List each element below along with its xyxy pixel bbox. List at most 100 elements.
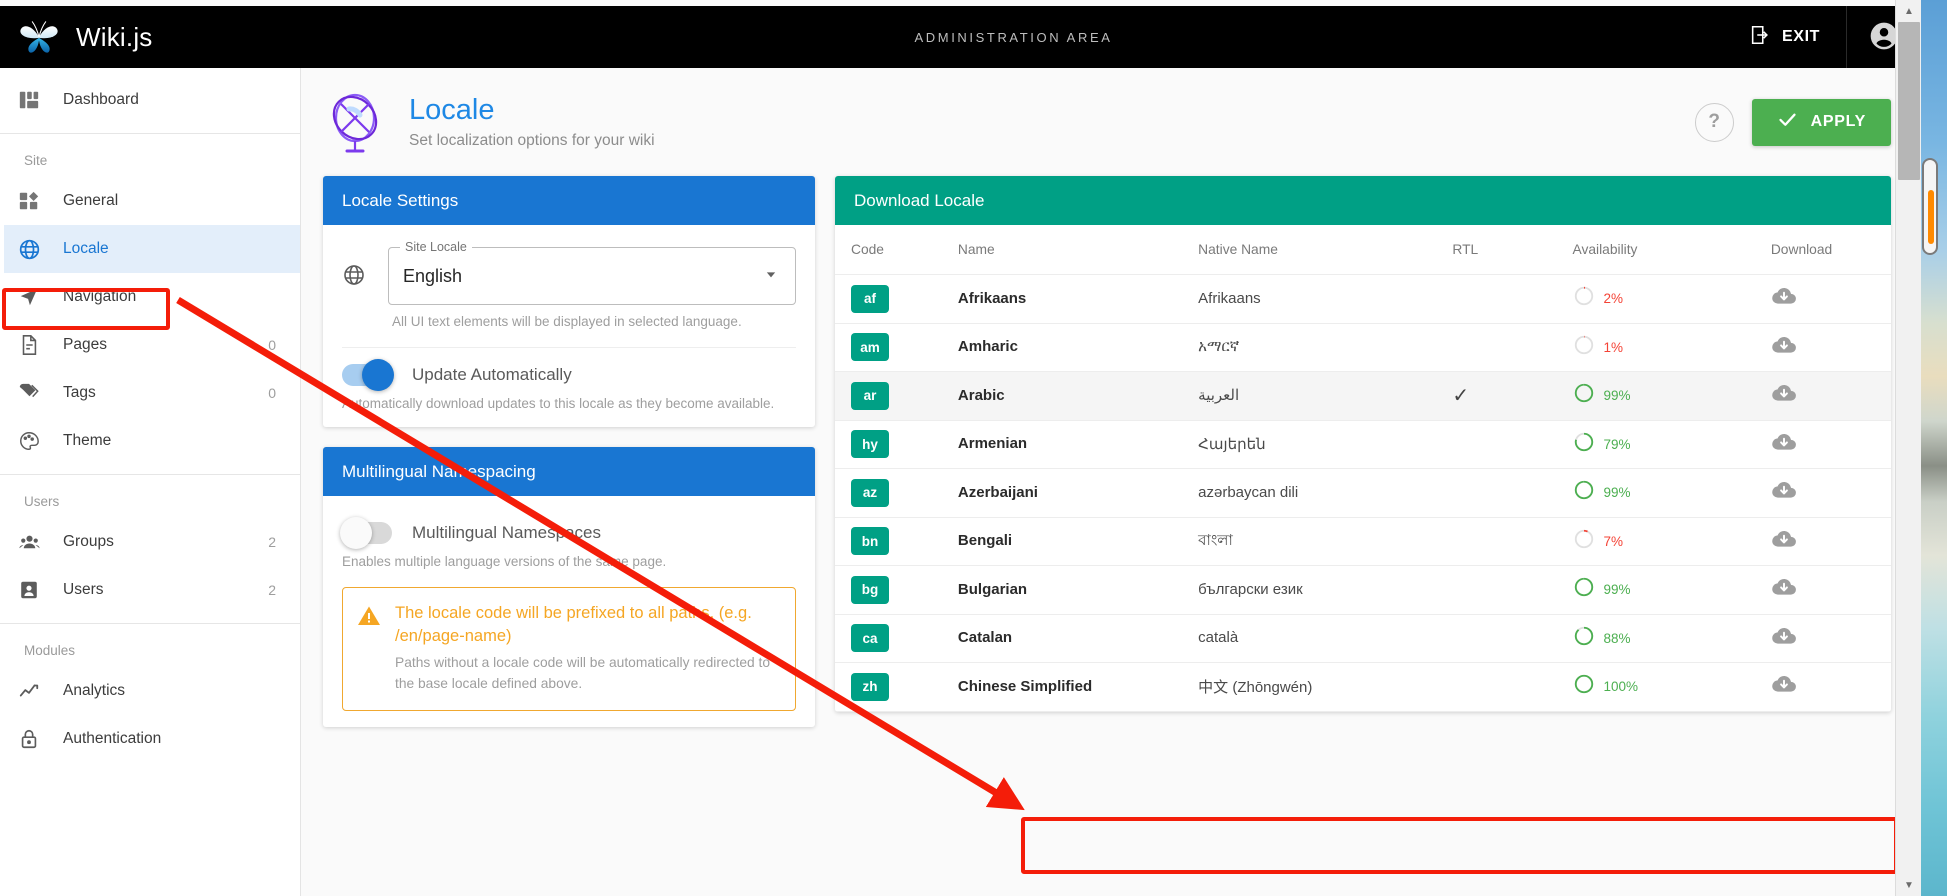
download-cloud-icon[interactable]	[1771, 288, 1797, 313]
help-button[interactable]: ?	[1694, 102, 1734, 142]
download-locale-card: Download Locale Code Name Native Name RT…	[835, 176, 1891, 712]
table-row[interactable]: az Azerbaijani azərbaycan dili 99%	[835, 468, 1891, 518]
locale-native-name: বাংলা	[1198, 531, 1233, 549]
sidebar-section-title-modules: Modules	[24, 643, 76, 658]
site-locale-select[interactable]: Site Locale English	[388, 240, 796, 305]
sidebar-item-label: Tags	[63, 384, 96, 401]
locale-native-name: Հայերեն	[1198, 435, 1266, 453]
update-automatically-toggle[interactable]	[342, 359, 394, 391]
tags-icon	[14, 380, 44, 406]
locale-code-chip: hy	[851, 430, 889, 459]
table-row[interactable]: ca Catalan català 88%	[835, 614, 1891, 663]
download-cloud-icon[interactable]	[1771, 676, 1797, 701]
availability-percent: 100%	[1603, 679, 1639, 695]
availability-percent: 79%	[1603, 436, 1631, 452]
alert-body: Paths without a locale code will be auto…	[395, 654, 771, 691]
toggle-knob	[362, 359, 394, 391]
navigation-icon	[14, 284, 44, 310]
sidebar-item-dashboard[interactable]: Dashboard	[0, 76, 300, 124]
locale-native-name: български език	[1198, 580, 1303, 598]
content-area: Locale Set localization options for your…	[301, 68, 1921, 896]
download-cloud-icon[interactable]	[1771, 433, 1797, 459]
availability-progress-ring-icon	[1573, 528, 1595, 555]
pages-icon	[14, 332, 44, 358]
locale-native-name: català	[1198, 629, 1239, 647]
sidebar-item-label: General	[63, 192, 119, 209]
sidebar-item-label: Pages	[63, 336, 107, 353]
download-cloud-icon[interactable]	[1771, 482, 1797, 507]
table-row[interactable]: am Amharic አማርኛ 1%	[835, 323, 1891, 372]
scroll-down-arrow-icon[interactable]: ▼	[1896, 874, 1922, 896]
availability-percent: 99%	[1603, 582, 1631, 598]
sidebar-item-users[interactable]: Users 2	[0, 566, 300, 614]
table-body: af Afrikaans Afrikaans 2% am Amharic አማርኛ 1% a…	[835, 274, 1891, 712]
sidebar-item-locale[interactable]: Locale	[0, 225, 300, 273]
download-cloud-icon[interactable]	[1771, 627, 1797, 653]
sidebar-divider	[0, 133, 300, 134]
locale-code-chip: af	[851, 284, 889, 313]
table-row[interactable]: af Afrikaans Afrikaans 2%	[835, 274, 1891, 324]
locale-name: Chinese Simplified	[957, 677, 1093, 695]
download-cloud-icon[interactable]	[1771, 530, 1797, 556]
locale-name: Bulgarian	[957, 580, 1028, 598]
dashboard-icon	[14, 87, 44, 113]
sidebar-item-groups[interactable]: Groups 2	[0, 518, 300, 566]
sidebar-item-tags[interactable]: Tags 0	[0, 369, 300, 417]
apply-button[interactable]: APPLY	[1751, 98, 1891, 146]
sidebar-item-count: 2	[268, 582, 276, 598]
sidebar-item-navigation[interactable]: Navigation	[0, 273, 300, 321]
scroll-up-arrow-icon[interactable]: ▲	[1896, 0, 1922, 22]
multilingual-namespaces-toggle[interactable]	[340, 517, 392, 549]
table-row[interactable]: ar Arabic العربية ✓ 99%	[835, 371, 1891, 421]
sidebar-item-count: 0	[268, 337, 276, 353]
download-cloud-icon[interactable]	[1771, 579, 1797, 604]
column-header-rtl: RTL	[1452, 225, 1573, 275]
locale-native-name: azərbaycan dili	[1198, 483, 1299, 501]
sidebar-item-pages[interactable]: Pages 0	[0, 321, 300, 369]
locale-name: Bengali	[957, 532, 1013, 550]
download-cloud-icon[interactable]	[1771, 336, 1797, 362]
locale-prefix-alert: The locale code will be prefixed to all …	[342, 587, 796, 712]
wikijs-butterfly-logo-icon	[18, 18, 60, 56]
exit-button[interactable]: EXIT	[1727, 6, 1846, 68]
sidebar-item-theme[interactable]: Theme	[0, 417, 300, 465]
multilingual-namespaces-row: Multilingual Namespaces	[340, 517, 796, 549]
page-scrollbar[interactable]: ▲ ▼	[1895, 0, 1921, 896]
multilingual-namespaces-hint: Enables multiple language versions of th…	[342, 554, 667, 569]
locale-name: Azerbaijani	[957, 483, 1038, 501]
availability-progress-ring-icon	[1573, 576, 1595, 603]
sidebar-divider	[0, 623, 300, 624]
sidebar-item-authentication[interactable]: Authentication	[0, 715, 300, 763]
alert-text: The locale code will be prefixed to all …	[395, 602, 779, 694]
site-locale-field-row: Site Locale English All UI text elements…	[342, 240, 796, 329]
page-header: Locale Set localization options for your…	[301, 68, 1921, 154]
table-row[interactable]: bn Bengali বাংলা 7%	[835, 517, 1891, 566]
sidebar-item-general[interactable]: General	[0, 177, 300, 225]
table-head: Code Name Native Name RTL Availability D…	[835, 225, 1891, 275]
locale-name: Catalan	[957, 629, 1013, 647]
table-row[interactable]: zh Chinese Simplified 中文 (Zhōngwén) 100%	[835, 662, 1891, 712]
locale-name: Armenian	[957, 435, 1028, 453]
lock-icon	[14, 726, 44, 752]
brand-title: Wiki.js	[76, 21, 153, 52]
availability-progress-ring-icon	[1573, 285, 1595, 312]
apply-label: APPLY	[1810, 113, 1866, 130]
page-scrollbar-thumb[interactable]	[1898, 22, 1920, 180]
table-row[interactable]: hy Armenian Հայերեն 79%	[835, 420, 1891, 469]
alert-title: The locale code will be prefixed to all …	[395, 604, 752, 646]
globe-icon	[14, 236, 44, 262]
site-locale-value: English	[403, 265, 463, 286]
download-cloud-icon[interactable]	[1771, 385, 1797, 410]
locale-settings-card: Locale Settings Site Locale English All …	[323, 176, 815, 427]
rtl-check-icon: ✓	[1452, 385, 1470, 408]
table-scrollbar-thumb[interactable]	[1928, 190, 1934, 244]
multilingual-body: Multilingual Namespaces Enables multiple…	[323, 496, 815, 727]
browser-viewport: Wiki.js ADMINISTRATION AREA EXIT Dashboa…	[0, 0, 1921, 896]
table-scrollbar[interactable]	[1922, 158, 1938, 255]
locale-code-chip: ar	[851, 381, 889, 410]
locale-name: Afrikaans	[957, 289, 1027, 307]
sidebar-item-analytics[interactable]: Analytics	[0, 667, 300, 715]
sidebar-item-label: Users	[63, 581, 104, 598]
sidebar-item-label: Theme	[63, 432, 112, 449]
table-row[interactable]: bg Bulgarian български език 99%	[835, 565, 1891, 615]
